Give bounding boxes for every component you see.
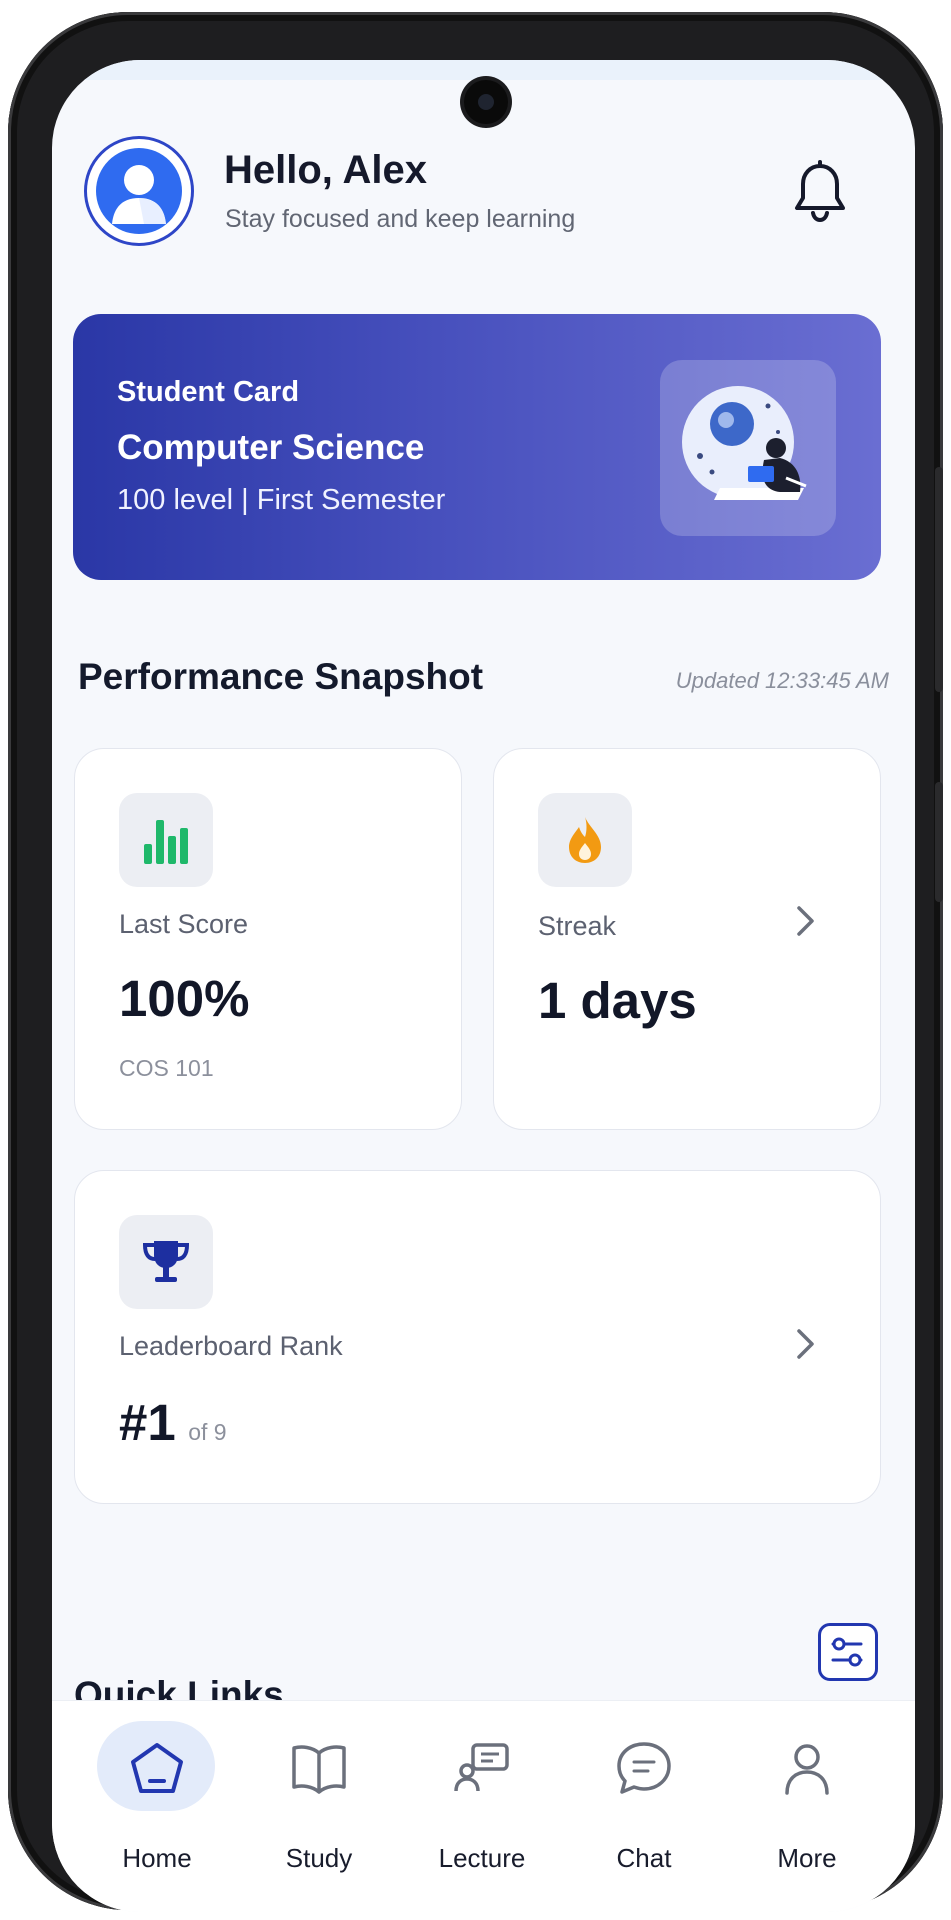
student-illustration xyxy=(660,360,836,536)
user-icon xyxy=(96,148,182,234)
student-card-label: Student Card xyxy=(117,376,300,408)
department-name: Computer Science xyxy=(117,428,425,467)
nav-item-more[interactable]: More xyxy=(737,1701,877,1912)
chat-icon xyxy=(617,1742,671,1794)
greeting-title: Hello, Alex xyxy=(224,148,428,192)
leaderboard-rank-card[interactable]: Leaderboard Rank #1 of 9 xyxy=(74,1170,881,1504)
streak-label: Streak xyxy=(538,911,617,941)
app-screen: Hello, Alex Stay focused and keep learni… xyxy=(52,60,915,1912)
student-card[interactable]: Student Card Computer Science 100 level … xyxy=(73,314,881,580)
chevron-right-icon xyxy=(794,1326,818,1362)
nav-label-study: Study xyxy=(285,1843,353,1873)
nav-item-study[interactable]: Study xyxy=(249,1701,389,1912)
volume-button xyxy=(935,467,943,692)
quick-links-customize-button[interactable] xyxy=(818,1623,878,1681)
user-icon xyxy=(785,1744,829,1795)
nav-label-more: More xyxy=(777,1843,837,1873)
lecture-icon xyxy=(454,1743,509,1792)
nav-label-home: Home xyxy=(122,1843,192,1873)
nav-label-chat: Chat xyxy=(616,1843,672,1873)
trophy-icon xyxy=(119,1215,213,1309)
last-score-course: COS 101 xyxy=(119,1055,214,1081)
rank-label: Leaderboard Rank xyxy=(119,1331,343,1361)
last-score-card[interactable]: Last Score 100% COS 101 xyxy=(74,748,462,1130)
bar-chart-icon xyxy=(119,793,213,887)
streak-card[interactable]: Streak 1 days xyxy=(493,748,881,1130)
nav-label-lecture: Lecture xyxy=(438,1843,526,1873)
level-semester: 100 level | First Semester xyxy=(117,484,446,516)
bottom-navigation: Home Study Lecture Chat More xyxy=(52,1700,915,1912)
nav-item-home[interactable]: Home xyxy=(87,1701,227,1912)
nav-item-lecture[interactable]: Lecture xyxy=(412,1701,552,1912)
home-icon xyxy=(131,1743,183,1793)
rank-total: of 9 xyxy=(188,1419,227,1445)
rank-value-row: #1 of 9 xyxy=(119,1393,227,1452)
last-score-value: 100% xyxy=(119,970,250,1027)
section-title-performance: Performance Snapshot xyxy=(78,656,484,697)
book-icon xyxy=(292,1745,346,1794)
chevron-right-icon xyxy=(794,903,818,939)
greeting-subtitle: Stay focused and keep learning xyxy=(225,205,576,233)
nav-item-chat[interactable]: Chat xyxy=(574,1701,714,1912)
streak-value: 1 days xyxy=(538,972,697,1029)
flame-icon xyxy=(538,793,632,887)
notification-bell-icon[interactable] xyxy=(790,160,850,226)
power-button xyxy=(935,782,943,902)
front-camera xyxy=(464,80,508,124)
status-bar xyxy=(52,60,915,80)
phone-frame: Hello, Alex Stay focused and keep learni… xyxy=(8,12,943,1912)
updated-timestamp: Updated 12:33:45 AM xyxy=(675,668,889,693)
last-score-label: Last Score xyxy=(119,909,249,939)
rank-value: #1 xyxy=(119,1394,176,1451)
sliders-icon xyxy=(831,1637,863,1667)
avatar[interactable] xyxy=(84,136,194,246)
